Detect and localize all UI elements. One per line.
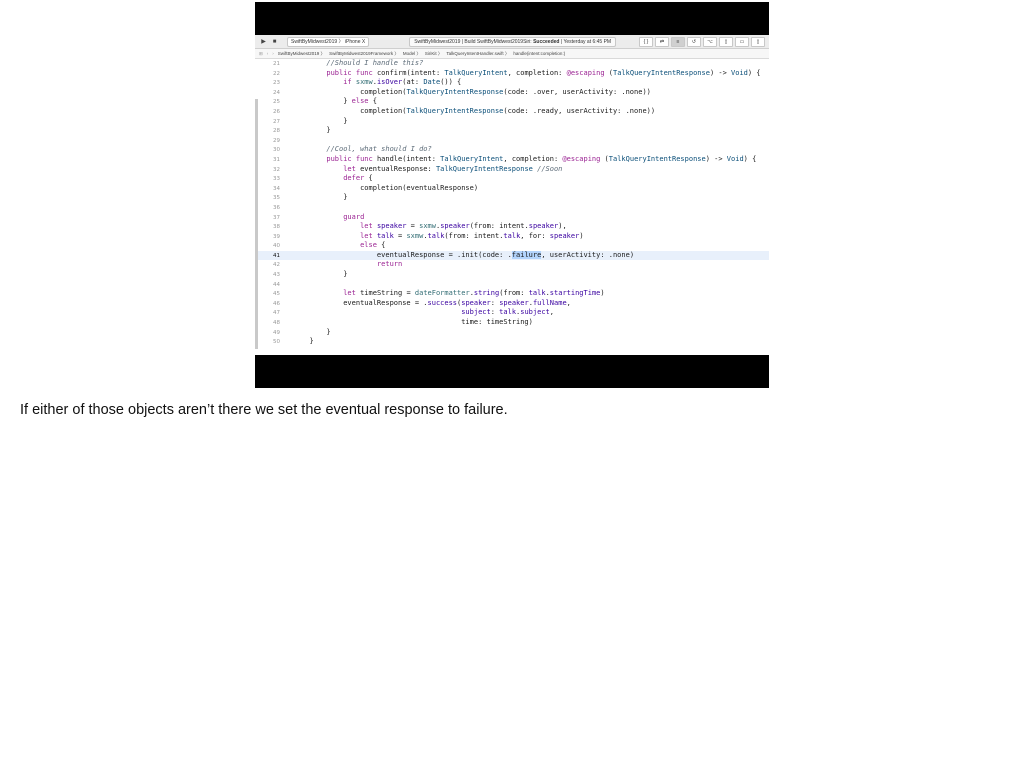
line-number: 50 [273,339,280,346]
jump-bar-item[interactable]: SwiftByMidwest2019Framework 〉 [329,51,399,56]
code-line[interactable]: 48 time: timeString) [258,318,769,328]
code-text: } [280,337,314,346]
jump-bar: ⊞ ‹ › SwiftByMidwest2019 〉 SwiftByMidwest… [255,49,769,59]
inspector-toggle-icon[interactable]: ▯ [751,36,765,47]
code-text: else { [360,241,386,250]
jump-bar-item[interactable]: SiriKit 〉 [425,51,443,56]
xcode-window: ▶ ■ SwiftByMidwest2019 〉 iPhone X SwiftB… [255,35,769,355]
code-text: //Cool, what should I do? [326,145,432,154]
scheme-selector[interactable]: SwiftByMidwest2019 〉 iPhone X [287,36,370,47]
code-text: guard [343,212,365,221]
code-line[interactable]: 31 public func handle(intent: TalkQueryI… [258,155,769,165]
build-status: SwiftByMidwest2019 | Build SwiftByMidwes… [409,36,617,47]
code-text: public func confirm(intent: TalkQueryInt… [326,68,761,77]
stop-icon[interactable]: ■ [270,38,279,46]
code-text: subject: talk.subject, [461,308,554,317]
version-editor-icon[interactable]: ↺ [687,36,701,47]
device-label: iPhone X [344,38,366,45]
code-text: } [280,270,348,279]
code-text: } [280,116,348,125]
debug-area-toggle-icon[interactable]: ▭ [735,36,749,47]
code-text: defer { [343,174,373,183]
code-line[interactable]: 27 } [258,117,769,127]
code-line[interactable]: 50 } [258,337,769,347]
code-text: completion(TalkQueryIntentResponse(code:… [280,106,656,115]
build-status-result: Succeeded [533,38,560,45]
navigator-toggle-icon[interactable]: ▯ [719,36,733,47]
code-line[interactable]: 28 } [258,126,769,136]
code-line[interactable]: 26 completion(TalkQueryIntentResponse(co… [258,107,769,117]
jump-bar-path: SwiftByMidwest2019 〉 SwiftByMidwest2019Fr… [278,51,569,57]
code-line[interactable]: 40 else { [258,241,769,251]
code-line[interactable]: 46 eventualResponse = .success(speaker: … [258,299,769,309]
code-line[interactable]: 29 [258,136,769,146]
play-icon[interactable]: ▶ [259,38,268,46]
jump-bar-item[interactable]: handle(intent:completion:) [513,51,565,56]
code-line[interactable]: 44 [258,280,769,290]
code-line[interactable]: 24 completion(TalkQueryIntentResponse(co… [258,88,769,98]
jump-bar-item[interactable]: SwiftByMidwest2019 〉 [278,51,325,56]
code-text: time: timeString) [280,318,533,327]
code-line[interactable]: 21 //Should I handle this? [258,59,769,69]
assistant-editor-icon[interactable]: ⌥ [703,36,717,47]
grid-icon[interactable]: ⊞ [259,51,263,57]
code-text: completion(TalkQueryIntentResponse(code:… [280,87,651,96]
code-text: public func handle(intent: TalkQueryInte… [326,154,757,163]
slide-caption: If either of those objects aren’t there … [20,402,508,418]
code-line[interactable]: 34 completion(eventualResponse) [258,184,769,194]
standard-editor-icon[interactable]: ≡ [671,36,685,47]
code-text: let eventualResponse: TalkQueryIntentRes… [343,164,563,173]
code-review-icon[interactable]: ⇄ [655,36,669,47]
code-text: } [280,193,348,202]
build-status-prefix: SwiftByMidwest2019 | Build SwiftByMidwes… [414,38,532,45]
code-line[interactable]: 42 return [258,260,769,270]
code-text: return [376,260,403,269]
code-text: } else { [280,97,377,106]
jump-bar-item[interactable]: Model 〉 [403,51,421,56]
code-text: eventualResponse = .success(speaker: spe… [280,298,571,307]
code-line[interactable]: 37 guard [258,213,769,223]
code-line[interactable]: 23 if sxmw.isOver(at: Date()) { [258,78,769,88]
code-line[interactable]: 49 } [258,328,769,338]
code-text: //Should I handle this? [326,59,424,67]
code-line[interactable]: 25 } else { [258,97,769,107]
code-line[interactable]: 30 //Cool, what should I do? [258,145,769,155]
code-text: let talk = sxmw.talk(from: intent.talk, … [360,231,584,240]
code-line[interactable]: 32 let eventualResponse: TalkQueryIntent… [258,165,769,175]
code-text: completion(eventualResponse) [280,183,479,192]
build-status-time: | Yesterday at 6:45 PM [560,38,612,45]
code-line[interactable]: 43 } [258,270,769,280]
xcode-toolbar: ▶ ■ SwiftByMidwest2019 〉 iPhone X SwiftB… [255,35,769,49]
code-area[interactable]: 21 //Should I handle this? 22 public func… [258,59,769,354]
forward-icon[interactable]: › [272,51,274,56]
code-text: } [280,327,331,336]
code-line[interactable]: 39 let talk = sxmw.talk(from: intent.tal… [258,232,769,242]
code-text: eventualResponse = .init(code: .failure,… [280,250,635,259]
slide-image-frame: ▶ ■ SwiftByMidwest2019 〉 iPhone X SwiftB… [255,2,769,388]
toolbar-right-buttons: { } ⇄ ≡ ↺ ⌥ ▯ ▭ ▯ [639,36,765,47]
code-line[interactable]: 47 subject: talk.subject, [258,308,769,318]
back-icon[interactable]: ‹ [267,51,269,56]
library-icon[interactable]: { } [639,36,653,47]
scheme-label: SwiftByMidwest2019 [291,38,338,45]
code-line[interactable]: 36 [258,203,769,213]
code-text: let speaker = sxmw.speaker(from: intent.… [360,222,567,231]
code-line[interactable]: 22 public func confirm(intent: TalkQuery… [258,69,769,79]
code-text: if sxmw.isOver(at: Date()) { [343,78,462,87]
code-line[interactable]: 38 let speaker = sxmw.speaker(from: inte… [258,222,769,232]
code-line[interactable]: 33 defer { [258,174,769,184]
code-text: } [280,126,331,135]
code-line[interactable]: 35 } [258,193,769,203]
code-line[interactable]: 45 let timeString = dateFormatter.string… [258,289,769,299]
source-editor[interactable]: 21 //Should I handle this? 22 public func… [255,59,769,354]
code-text: let timeString = dateFormatter.string(fr… [343,289,605,298]
code-line[interactable]: 41 eventualResponse = .init(code: .failu… [258,250,769,261]
jump-bar-item[interactable]: TalkQueryIntentHandler.swift 〉 [446,51,509,56]
